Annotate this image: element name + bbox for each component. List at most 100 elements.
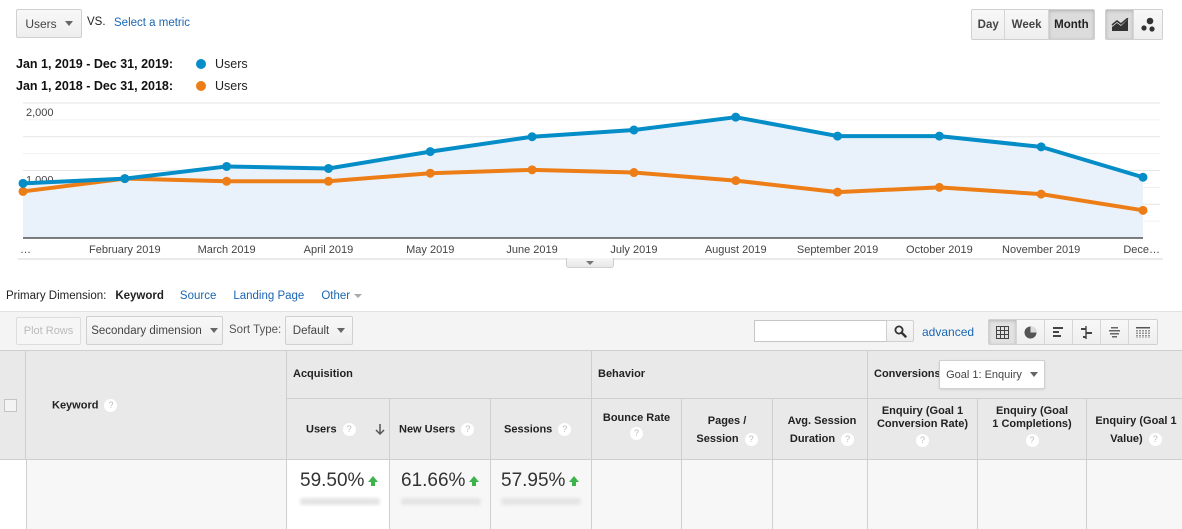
motion-chart-button[interactable]: [1134, 10, 1162, 39]
help-icon[interactable]: ?: [1148, 432, 1162, 446]
x-tick-label: Dece…: [1123, 244, 1160, 256]
data-point: [222, 176, 232, 186]
summary-users-cell: 59.50%: [287, 460, 390, 529]
column-header-sessions[interactable]: Sessions?: [490, 398, 592, 460]
summary-row: 59.50% 61.66% 57.95%: [0, 460, 1182, 529]
help-icon[interactable]: ?: [342, 423, 356, 436]
performance-view-button[interactable]: [1045, 320, 1073, 344]
primary-dimension-bar: Primary Dimension: Keyword Source Landin…: [6, 290, 363, 302]
metric-select[interactable]: Users: [16, 9, 82, 38]
help-icon[interactable]: ?: [630, 427, 643, 440]
pie-view-button[interactable]: [1017, 320, 1045, 344]
goal-select-value: Goal 1: Enquiry: [946, 368, 1022, 381]
dimension-other-link[interactable]: Other: [321, 290, 363, 302]
pie-view-icon: [1024, 326, 1037, 338]
legend-date-range: Jan 1, 2019 - Dec 31, 2019:: [16, 57, 174, 71]
advanced-search-link[interactable]: advanced: [922, 325, 974, 339]
legend-color-dot: [196, 59, 206, 69]
column-header-goal-value[interactable]: Enquiry (Goal 1 Value)?: [1086, 398, 1182, 460]
column-header-goal-conversion-rate[interactable]: Enquiry (Goal 1 Conversion Rate) ?: [867, 398, 978, 460]
column-header-new-users[interactable]: New Users?: [389, 398, 491, 460]
data-point: [527, 165, 537, 175]
column-header-pages-session[interactable]: Pages / Session?: [681, 398, 773, 460]
goal-completions-header-text: Enquiry (Goal 1 Completions): [992, 405, 1072, 430]
select-all-checkbox[interactable]: [4, 399, 17, 412]
chart-collapse-handle[interactable]: [566, 258, 614, 268]
data-point: [731, 176, 741, 186]
x-tick-label: August 2019: [705, 244, 767, 256]
table-view-toggle: [988, 319, 1158, 345]
data-point: [1138, 205, 1148, 215]
chevron-down-icon: [354, 294, 363, 298]
select-metric-link[interactable]: Select a metric: [114, 17, 190, 29]
plot-rows-button[interactable]: Plot Rows: [16, 317, 81, 345]
redacted-comparison: [401, 498, 481, 505]
summary-new-users-cell: 61.66%: [390, 460, 491, 529]
x-tick-label: November 2019: [1002, 244, 1080, 256]
help-icon[interactable]: ?: [461, 423, 475, 436]
sessions-header-text: Sessions: [504, 423, 553, 436]
table-search-input[interactable]: [754, 320, 887, 342]
x-tick-label: July 2019: [610, 244, 657, 256]
summary-goal-value-cell: [1087, 460, 1182, 529]
line-chart-icon: [1111, 17, 1128, 31]
users-header-label: Users?: [306, 423, 356, 436]
comparison-view-button[interactable]: [1073, 320, 1101, 344]
keyword-column-header[interactable]: Keyword?: [25, 350, 287, 460]
x-tick-label: April 2019: [304, 244, 354, 256]
data-point: [731, 112, 741, 122]
data-point: [18, 178, 28, 188]
help-icon[interactable]: ?: [916, 434, 929, 447]
legend-color-dot: [196, 81, 206, 91]
chart-type-toggle: [1105, 9, 1163, 40]
help-icon[interactable]: ?: [558, 423, 572, 436]
arrow-up-icon: [469, 476, 480, 486]
column-header-avg-session-duration[interactable]: Avg. Session Duration?: [772, 398, 868, 460]
line-chart-button[interactable]: [1106, 10, 1135, 39]
chevron-down-icon: [337, 328, 346, 333]
secondary-dimension-select[interactable]: Secondary dimension: [86, 316, 223, 345]
column-header-goal-completions[interactable]: Enquiry (Goal 1 Completions) ?: [977, 398, 1087, 460]
motion-chart-icon: [1141, 17, 1155, 32]
dimension-landing-page-link[interactable]: Landing Page: [233, 290, 304, 302]
term-cloud-view-button[interactable]: [1101, 320, 1129, 344]
summary-keyword-cell: [26, 460, 287, 529]
sort-type-select[interactable]: Default: [285, 316, 353, 345]
help-icon[interactable]: ?: [744, 432, 758, 446]
legend-metric: Users: [215, 79, 248, 93]
table-view-button[interactable]: [989, 320, 1017, 344]
table-view-icon: [996, 325, 1009, 339]
behavior-label: Behavior: [598, 368, 646, 380]
new-users-change-value: 61.66%: [401, 470, 466, 491]
y-tick-label: 2,000: [26, 107, 54, 119]
pages-session-header-text: Pages / Session: [696, 415, 747, 445]
chevron-down-icon: [1029, 372, 1038, 377]
arrow-up-icon: [569, 476, 580, 486]
goal-select[interactable]: Goal 1: Enquiry: [939, 360, 1045, 389]
dimension-source-link[interactable]: Source: [180, 290, 216, 302]
pivot-view-button[interactable]: [1129, 320, 1157, 344]
help-icon[interactable]: ?: [104, 399, 118, 412]
summary-goal-conv-cell: [868, 460, 978, 529]
period-week-button[interactable]: Week: [1005, 10, 1049, 39]
data-point: [527, 132, 537, 142]
data-point: [629, 168, 639, 178]
search-icon: [894, 325, 907, 338]
chevron-down-icon: [209, 328, 218, 333]
help-icon[interactable]: ?: [841, 432, 855, 446]
summary-pages-session-cell: [682, 460, 773, 529]
help-icon[interactable]: ?: [1025, 434, 1039, 447]
users-change-value: 59.50%: [300, 470, 365, 491]
legend-item-2019: Jan 1, 2019 - Dec 31, 2019: Users: [16, 57, 248, 71]
acquisition-label: Acquisition: [293, 368, 353, 380]
summary-bounce-rate-cell: [592, 460, 682, 529]
period-month-button[interactable]: Month: [1048, 10, 1094, 39]
period-day-button[interactable]: Day: [972, 10, 1006, 39]
goal-conv-rate-header-text: Enquiry (Goal 1 Conversion Rate): [876, 405, 969, 430]
search-button[interactable]: [886, 320, 914, 342]
chevron-down-icon: [64, 21, 73, 26]
column-header-users[interactable]: Users?: [286, 398, 390, 460]
data-point: [425, 168, 435, 178]
column-header-bounce-rate[interactable]: Bounce Rate ?: [591, 398, 682, 460]
select-all-header: [0, 350, 26, 460]
